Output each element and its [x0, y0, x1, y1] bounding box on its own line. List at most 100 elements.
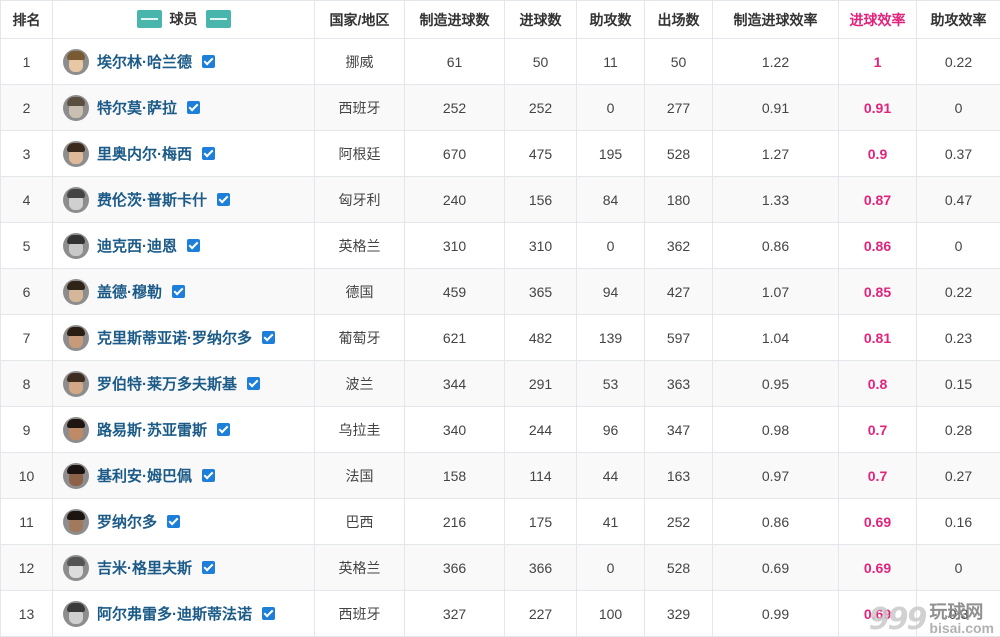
header-created-goals[interactable]: 制造进球数 [404, 0, 505, 39]
header-assist-efficiency[interactable]: 助攻效率 [916, 0, 1000, 39]
created-efficiency-cell: 0.86 [712, 222, 839, 269]
player-avatar[interactable] [63, 600, 89, 627]
table-row[interactable]: 8 罗伯特·莱万多夫斯基 波兰 344 291 53 363 0.95 0.8 … [0, 360, 1000, 407]
player-cell[interactable]: 盖德·穆勒 [52, 268, 315, 315]
table-row[interactable]: 10 基利安·姆巴佩 法国 158 114 44 163 0.97 0.7 0.… [0, 452, 1000, 499]
assist-efficiency-cell: 0.16 [916, 498, 1000, 545]
player-name-link[interactable]: 克里斯蒂亚诺·罗纳尔多 [97, 327, 252, 348]
appearances-cell: 252 [644, 498, 713, 545]
appearances-cell: 528 [644, 544, 713, 591]
player-cell[interactable]: 罗纳尔多 [52, 498, 315, 545]
player-name-link[interactable]: 迪克西·迪恩 [97, 235, 177, 256]
player-cell[interactable]: 特尔莫·萨拉 [52, 84, 315, 131]
header-created-efficiency[interactable]: 制造进球效率 [712, 0, 839, 39]
player-name-link[interactable]: 特尔莫·萨拉 [97, 97, 177, 118]
assists-cell: 44 [576, 452, 645, 499]
appearances-cell: 329 [644, 590, 713, 637]
player-name-link[interactable]: 阿尔弗雷多·迪斯蒂法诺 [97, 603, 252, 624]
player-name-link[interactable]: 里奥内尔·梅西 [97, 143, 192, 164]
player-avatar[interactable] [63, 370, 89, 397]
assists-cell: 100 [576, 590, 645, 637]
assist-efficiency-cell: 0.23 [916, 314, 1000, 361]
player-avatar[interactable] [63, 324, 89, 351]
header-goals[interactable]: 进球数 [504, 0, 577, 39]
goals-cell: 114 [504, 452, 577, 499]
player-avatar[interactable] [63, 94, 89, 121]
player-avatar[interactable] [63, 416, 89, 443]
country-cell: 西班牙 [314, 590, 405, 637]
created-efficiency-cell: 0.69 [712, 544, 839, 591]
player-avatar[interactable] [63, 140, 89, 167]
player-avatar[interactable] [63, 554, 89, 581]
goal-efficiency-cell: 0.8 [838, 360, 917, 407]
rank-cell: 3 [0, 130, 53, 177]
player-name-link[interactable]: 基利安·姆巴佩 [97, 465, 192, 486]
player-cell[interactable]: 基利安·姆巴佩 [52, 452, 315, 499]
goal-efficiency-cell: 0.69 [838, 544, 917, 591]
country-cell: 西班牙 [314, 84, 405, 131]
country-cell: 英格兰 [314, 544, 405, 591]
player-cell[interactable]: 里奥内尔·梅西 [52, 130, 315, 177]
table-row[interactable]: 7 克里斯蒂亚诺·罗纳尔多 葡萄牙 621 482 139 597 1.04 0… [0, 314, 1000, 361]
table-row[interactable]: 12 吉米·格里夫斯 英格兰 366 366 0 528 0.69 0.69 0 [0, 544, 1000, 591]
player-cell[interactable]: 吉米·格里夫斯 [52, 544, 315, 591]
country-cell: 德国 [314, 268, 405, 315]
player-cell[interactable]: 路易斯·苏亚雷斯 [52, 406, 315, 453]
country-cell: 英格兰 [314, 222, 405, 269]
player-avatar[interactable] [63, 186, 89, 213]
table-row[interactable]: 11 罗纳尔多 巴西 216 175 41 252 0.86 0.69 0.16 [0, 498, 1000, 545]
goals-cell: 482 [504, 314, 577, 361]
rank-cell: 6 [0, 268, 53, 315]
player-cell[interactable]: 埃尔林·哈兰德 [52, 38, 315, 85]
header-appearances[interactable]: 出场数 [644, 0, 713, 39]
assist-efficiency-cell: 0.22 [916, 38, 1000, 85]
player-name-link[interactable]: 罗伯特·莱万多夫斯基 [97, 373, 237, 394]
table-row[interactable]: 1 埃尔林·哈兰德 挪威 61 50 11 50 1.22 1 0.22 [0, 38, 1000, 85]
player-name-link[interactable]: 埃尔林·哈兰德 [97, 51, 192, 72]
verified-check-icon [262, 331, 275, 344]
player-name-link[interactable]: 吉米·格里夫斯 [97, 557, 192, 578]
header-country[interactable]: 国家/地区 [314, 0, 405, 39]
assists-cell: 0 [576, 544, 645, 591]
header-rank[interactable]: 排名 [0, 0, 53, 39]
player-avatar[interactable] [63, 508, 89, 535]
table-row[interactable]: 13 阿尔弗雷多·迪斯蒂法诺 西班牙 327 227 100 329 0.99 … [0, 590, 1000, 637]
player-avatar[interactable] [63, 462, 89, 489]
goal-efficiency-cell: 0.87 [838, 176, 917, 223]
header-player[interactable]: 球员 [52, 0, 315, 39]
player-avatar[interactable] [63, 232, 89, 259]
player-cell[interactable]: 迪克西·迪恩 [52, 222, 315, 269]
country-cell: 葡萄牙 [314, 314, 405, 361]
player-name-link[interactable]: 费伦茨·普斯卡什 [97, 189, 207, 210]
player-cell[interactable]: 克里斯蒂亚诺·罗纳尔多 [52, 314, 315, 361]
player-name-link[interactable]: 路易斯·苏亚雷斯 [97, 419, 207, 440]
player-avatar[interactable] [63, 48, 89, 75]
player-name-link[interactable]: 罗纳尔多 [97, 511, 157, 532]
table-row[interactable]: 2 特尔莫·萨拉 西班牙 252 252 0 277 0.91 0.91 0 [0, 84, 1000, 131]
player-avatar[interactable] [63, 278, 89, 305]
table-row[interactable]: 4 费伦茨·普斯卡什 匈牙利 240 156 84 180 1.33 0.87 … [0, 176, 1000, 223]
goals-cell: 244 [504, 406, 577, 453]
goal-efficiency-cell: 0.9 [838, 130, 917, 177]
goals-cell: 175 [504, 498, 577, 545]
table-row[interactable]: 3 里奥内尔·梅西 阿根廷 670 475 195 528 1.27 0.9 0… [0, 130, 1000, 177]
player-cell[interactable]: 罗伯特·莱万多夫斯基 [52, 360, 315, 407]
table-row[interactable]: 5 迪克西·迪恩 英格兰 310 310 0 362 0.86 0.86 0 [0, 222, 1000, 269]
player-name-link[interactable]: 盖德·穆勒 [97, 281, 162, 302]
assists-cell: 41 [576, 498, 645, 545]
player-cell[interactable]: 费伦茨·普斯卡什 [52, 176, 315, 223]
appearances-cell: 180 [644, 176, 713, 223]
header-goal-efficiency[interactable]: 进球效率 [838, 0, 917, 39]
country-cell: 匈牙利 [314, 176, 405, 223]
table-row[interactable]: 6 盖德·穆勒 德国 459 365 94 427 1.07 0.85 0.22 [0, 268, 1000, 315]
goals-cell: 366 [504, 544, 577, 591]
player-cell[interactable]: 阿尔弗雷多·迪斯蒂法诺 [52, 590, 315, 637]
watermark-en: bisai.com [929, 620, 994, 636]
created-goals-cell: 327 [404, 590, 505, 637]
created-goals-cell: 344 [404, 360, 505, 407]
table-row[interactable]: 9 路易斯·苏亚雷斯 乌拉圭 340 244 96 347 0.98 0.7 0… [0, 406, 1000, 453]
header-assists[interactable]: 助攻数 [576, 0, 645, 39]
appearances-cell: 528 [644, 130, 713, 177]
watermark-cn: 玩球网 [929, 602, 984, 622]
created-goals-cell: 670 [404, 130, 505, 177]
